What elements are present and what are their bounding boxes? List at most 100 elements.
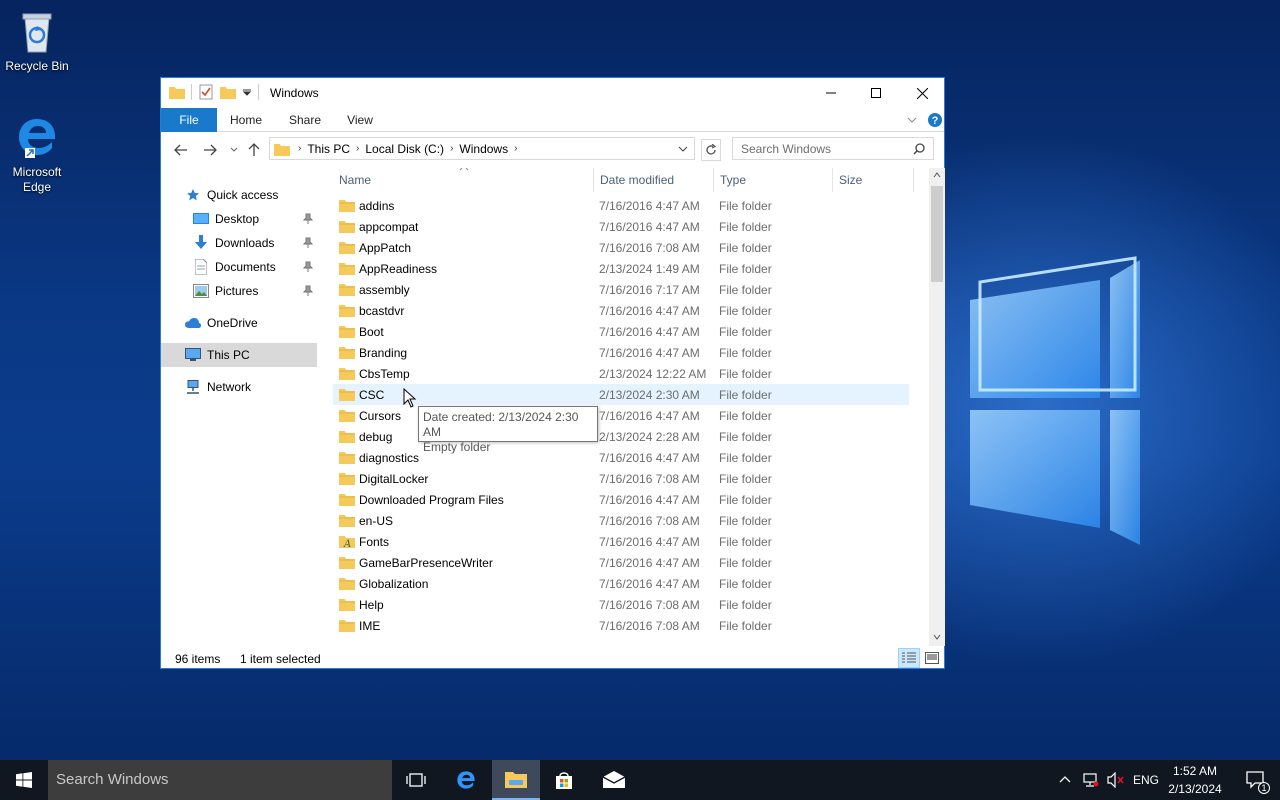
table-row[interactable]: AppPatch 7/16/2016 7:08 AM File folder <box>333 237 909 258</box>
maximize-button[interactable] <box>853 78 899 108</box>
nav-item-pictures[interactable]: Pictures <box>161 279 317 303</box>
table-row[interactable]: DigitalLocker 7/16/2016 7:08 AM File folde… <box>333 468 909 489</box>
expand-ribbon-icon[interactable] <box>907 116 917 124</box>
start-button[interactable] <box>0 760 48 800</box>
breadcrumb-local-disk[interactable]: Local Disk (C:) <box>361 142 448 156</box>
close-icon <box>916 87 928 99</box>
system-clock[interactable]: 1:52 AM 2/13/2024 <box>1160 762 1230 798</box>
table-row[interactable]: AppReadiness 2/13/2024 1:49 AM File folder <box>333 258 909 279</box>
show-hidden-icons-icon[interactable] <box>1059 775 1071 783</box>
table-row[interactable]: addins 7/16/2016 4:47 AM File folder <box>333 195 909 216</box>
large-icons-view-button[interactable] <box>922 648 942 668</box>
action-center-button[interactable]: 1 <box>1236 760 1276 800</box>
breadcrumb-separator-icon[interactable]: › <box>448 143 455 154</box>
file-type: File folder <box>719 535 772 549</box>
nav-item-downloads[interactable]: Downloads <box>161 231 317 255</box>
column-header-date-modified[interactable]: Date modified <box>594 168 713 192</box>
pin-icon[interactable] <box>303 261 313 273</box>
taskbar-store-button[interactable] <box>540 760 588 800</box>
nav-item-label: OneDrive <box>207 316 258 330</box>
table-row[interactable]: assembly 7/16/2016 7:17 AM File folder <box>333 279 909 300</box>
table-row[interactable]: diagnostics 7/16/2016 4:47 AM File folder <box>333 447 909 468</box>
language-indicator[interactable]: ENG <box>1133 760 1159 800</box>
search-input[interactable]: Search Windows <box>732 137 934 160</box>
table-row[interactable]: GameBarPresenceWriter 7/16/2016 4:47 AM Fi… <box>333 552 909 573</box>
folder-icon <box>339 599 355 611</box>
nav-item-network[interactable]: Network <box>161 375 317 399</box>
table-row[interactable]: CSC 2/13/2024 2:30 AM File folder <box>333 384 909 405</box>
taskbar-file-explorer-button[interactable] <box>492 760 540 800</box>
help-icon[interactable]: ? <box>927 112 943 128</box>
pin-icon[interactable] <box>303 285 313 297</box>
tab-file[interactable]: File <box>161 108 217 132</box>
nav-item-documents[interactable]: Documents <box>161 255 317 279</box>
breadcrumb-this-pc[interactable]: This PC <box>303 142 354 156</box>
nav-item-onedrive[interactable]: OneDrive <box>161 311 317 335</box>
table-row[interactable]: en-US 7/16/2016 7:08 AM File folder <box>333 510 909 531</box>
column-header-name[interactable]: Name <box>333 168 593 192</box>
tooltip-date-created: Date created: 2/13/2024 2:30 AM <box>423 410 579 439</box>
column-divider[interactable] <box>913 168 914 192</box>
file-type: File folder <box>719 409 772 423</box>
table-row[interactable]: bcastdvr 7/16/2016 4:47 AM File folder <box>333 300 909 321</box>
breadcrumb-separator-icon[interactable]: › <box>354 143 361 154</box>
table-row[interactable]: CbsTemp 2/13/2024 12:22 AM File folder <box>333 363 909 384</box>
file-date-modified: 7/16/2016 4:47 AM <box>599 493 700 507</box>
breadcrumb-separator-icon[interactable]: › <box>512 143 519 154</box>
file-date-modified: 7/16/2016 7:08 AM <box>599 241 700 255</box>
breadcrumb-windows[interactable]: Windows <box>455 142 512 156</box>
file-name: IME <box>359 619 381 633</box>
back-button[interactable] <box>172 141 190 159</box>
table-row[interactable]: appcompat 7/16/2016 4:47 AM File folder <box>333 216 909 237</box>
pin-icon[interactable] <box>303 213 313 225</box>
forward-button[interactable] <box>201 141 219 159</box>
taskbar-edge-button[interactable] <box>442 760 490 800</box>
table-row[interactable]: A Fonts 7/16/2016 4:47 AM File folder <box>333 531 909 552</box>
address-bar[interactable]: › This PC › Local Disk (C:) › Windows › <box>269 137 695 160</box>
table-row[interactable]: Downloaded Program Files 7/16/2016 4:47 A… <box>333 489 909 510</box>
column-header-type[interactable]: Type <box>714 168 832 192</box>
table-row[interactable]: IME 7/16/2016 7:08 AM File folder <box>333 615 909 636</box>
nav-item-desktop[interactable]: Desktop <box>161 207 317 231</box>
scrollbar-thumb[interactable] <box>931 186 943 282</box>
table-row[interactable]: Globalization 7/16/2016 4:47 AM File folde… <box>333 573 909 594</box>
taskbar-search-input[interactable]: Search Windows <box>48 760 392 800</box>
minimize-button[interactable] <box>808 78 854 108</box>
nav-item-quick-access[interactable]: Quick access <box>161 183 317 207</box>
task-view-button[interactable] <box>392 760 440 800</box>
svg-text:?: ? <box>932 115 939 127</box>
file-type: File folder <box>719 556 772 570</box>
table-row[interactable]: Boot 7/16/2016 4:47 AM File folder <box>333 321 909 342</box>
volume-muted-icon[interactable] <box>1107 772 1125 788</box>
scroll-up-icon[interactable] <box>933 172 941 178</box>
desktop-icon-microsoft-edge[interactable]: Microsoft Edge <box>1 114 73 195</box>
refresh-button[interactable] <box>701 139 721 161</box>
scroll-down-icon[interactable] <box>933 634 941 640</box>
title-bar[interactable]: Windows <box>161 78 944 108</box>
details-view-button[interactable] <box>898 648 920 668</box>
nav-item-this-pc[interactable]: This PC <box>161 343 317 367</box>
close-button[interactable] <box>899 78 945 108</box>
table-row[interactable]: Branding 7/16/2016 4:47 AM File folder <box>333 342 909 363</box>
file-explorer-window: Windows File Home Share View ? › This PC… <box>160 77 945 669</box>
new-folder-icon[interactable] <box>220 85 236 99</box>
customize-toolbar-dropdown-icon[interactable] <box>242 87 252 97</box>
tab-view[interactable]: View <box>337 108 383 132</box>
table-row[interactable]: Help 7/16/2016 7:08 AM File folder <box>333 594 909 615</box>
taskbar-mail-button[interactable] <box>590 760 638 800</box>
vertical-scrollbar[interactable] <box>929 168 945 646</box>
column-header-size[interactable]: Size <box>833 168 913 192</box>
file-type: File folder <box>719 199 772 213</box>
desktop-icon-recycle-bin[interactable]: Recycle Bin <box>1 8 73 74</box>
recent-locations-button[interactable] <box>225 141 243 159</box>
properties-icon[interactable] <box>198 84 214 100</box>
file-type: File folder <box>719 388 772 402</box>
tab-home[interactable]: Home <box>223 108 269 132</box>
address-dropdown-icon[interactable] <box>678 145 688 153</box>
tab-share[interactable]: Share <box>281 108 329 132</box>
network-status-icon[interactable] <box>1083 772 1099 788</box>
breadcrumb-separator-icon[interactable]: › <box>296 143 303 154</box>
folder-icon <box>339 452 355 464</box>
pin-icon[interactable] <box>303 237 313 249</box>
up-button[interactable] <box>245 141 263 159</box>
